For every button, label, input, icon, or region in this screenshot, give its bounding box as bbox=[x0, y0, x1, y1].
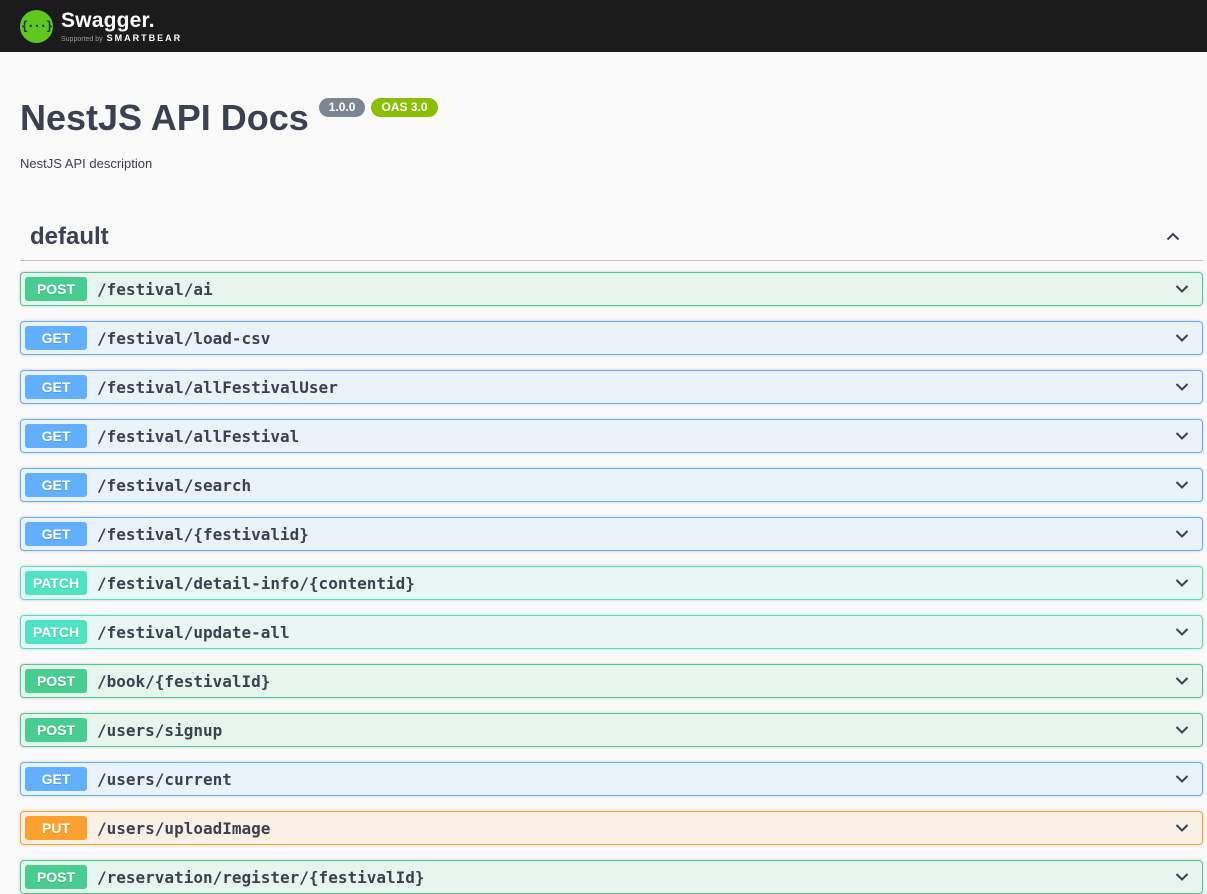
chevron-down-icon bbox=[1172, 573, 1192, 593]
swagger-ui-main: NestJS API Docs 1.0.0 OAS 3.0 NestJS API d… bbox=[0, 97, 1207, 894]
expand-endpoint-button[interactable] bbox=[1172, 867, 1192, 887]
expand-endpoint-button[interactable] bbox=[1172, 328, 1192, 348]
expand-endpoint-button[interactable] bbox=[1172, 475, 1192, 495]
chevron-down-icon bbox=[1172, 867, 1192, 887]
expand-endpoint-button[interactable] bbox=[1172, 720, 1192, 740]
endpoint-path: /users/current bbox=[97, 769, 232, 789]
api-title-text: NestJS API Docs bbox=[20, 97, 309, 138]
smartbear-tagline: Supported by SMARTBEAR bbox=[61, 32, 183, 43]
method-badge: POST bbox=[25, 277, 87, 301]
chevron-down-icon bbox=[1172, 769, 1192, 789]
expand-endpoint-button[interactable] bbox=[1172, 377, 1192, 397]
endpoint-row[interactable]: POST /book/{festivalId} bbox=[20, 664, 1203, 698]
endpoint-path: /users/uploadImage bbox=[97, 818, 271, 838]
chevron-down-icon bbox=[1172, 279, 1192, 299]
oas-badge: OAS 3.0 bbox=[371, 98, 438, 118]
chevron-down-icon bbox=[1172, 377, 1192, 397]
endpoint-row[interactable]: GET /festival/allFestivalUser bbox=[20, 370, 1203, 404]
endpoint-row[interactable]: POST /festival/ai bbox=[20, 272, 1203, 306]
method-badge: POST bbox=[25, 718, 87, 742]
endpoint-path: /festival/ai bbox=[97, 279, 213, 299]
api-description: NestJS API description bbox=[20, 156, 153, 171]
chevron-down-icon bbox=[1172, 426, 1192, 446]
endpoint-row[interactable]: PUT /users/uploadImage bbox=[20, 811, 1203, 845]
expand-endpoint-button[interactable] bbox=[1172, 279, 1192, 299]
method-badge: GET bbox=[25, 375, 87, 399]
endpoint-row[interactable]: GET /festival/{festivalid} bbox=[20, 517, 1203, 551]
tag-section-default: default POST /festival/ai GET /festival/… bbox=[20, 217, 1203, 894]
chevron-up-icon bbox=[1163, 227, 1183, 247]
endpoint-row[interactable]: POST /users/signup bbox=[20, 713, 1203, 747]
expand-endpoint-button[interactable] bbox=[1172, 524, 1192, 544]
method-badge: PATCH bbox=[25, 571, 87, 595]
topbar: {···} Swagger. Supported by SMARTBEAR bbox=[0, 0, 1207, 52]
expand-endpoint-button[interactable] bbox=[1172, 622, 1192, 642]
page-title: NestJS API Docs 1.0.0 OAS 3.0 bbox=[20, 97, 1203, 138]
swagger-logo-icon: {···} bbox=[20, 9, 53, 43]
endpoint-path: /festival/update-all bbox=[97, 622, 290, 642]
tag-title: default bbox=[30, 223, 109, 250]
endpoint-row[interactable]: GET /users/current bbox=[20, 762, 1203, 796]
swagger-logo-text: Swagger. Supported by SMARTBEAR bbox=[61, 10, 182, 43]
swagger-logo[interactable]: {···} Swagger. Supported by SMARTBEAR bbox=[20, 9, 182, 43]
endpoint-path: /festival/load-csv bbox=[97, 328, 271, 348]
endpoint-path: /users/signup bbox=[97, 720, 223, 740]
version-badge: 1.0.0 bbox=[318, 98, 366, 118]
collapse-section-button[interactable] bbox=[1153, 227, 1193, 247]
endpoint-path: /book/{festivalId} bbox=[97, 671, 271, 691]
method-badge: GET bbox=[25, 522, 87, 546]
supported-by-label: Supported by bbox=[61, 35, 103, 43]
method-badge: GET bbox=[25, 473, 87, 497]
endpoint-row[interactable]: GET /festival/allFestival bbox=[20, 419, 1203, 453]
endpoint-row[interactable]: PATCH /festival/detail-info/{contentid} bbox=[20, 566, 1203, 600]
chevron-down-icon bbox=[1172, 818, 1192, 838]
method-badge: PUT bbox=[25, 816, 87, 840]
chevron-down-icon bbox=[1172, 671, 1192, 691]
endpoint-row[interactable]: GET /festival/search bbox=[20, 468, 1203, 502]
expand-endpoint-button[interactable] bbox=[1172, 426, 1192, 446]
api-info: NestJS API Docs 1.0.0 OAS 3.0 NestJS API d… bbox=[20, 97, 1203, 171]
method-badge: POST bbox=[25, 865, 87, 889]
method-badge: GET bbox=[25, 767, 87, 791]
method-badge: GET bbox=[25, 424, 87, 448]
endpoint-path: /festival/detail-info/{contentid} bbox=[97, 573, 415, 593]
expand-endpoint-button[interactable] bbox=[1172, 818, 1192, 838]
smartbear-brand: SMARTBEAR bbox=[106, 32, 183, 43]
method-badge: GET bbox=[25, 326, 87, 350]
endpoint-path: /reservation/register/{festivalId} bbox=[97, 867, 425, 887]
expand-endpoint-button[interactable] bbox=[1172, 769, 1192, 789]
chevron-down-icon bbox=[1172, 720, 1192, 740]
endpoint-row[interactable]: GET /festival/load-csv bbox=[20, 321, 1203, 355]
endpoint-path: /festival/{festivalid} bbox=[97, 524, 309, 544]
endpoint-path: /festival/allFestivalUser bbox=[97, 377, 338, 397]
endpoint-row[interactable]: POST /reservation/register/{festivalId} bbox=[20, 860, 1203, 894]
endpoint-path: /festival/search bbox=[97, 475, 252, 495]
tag-header-default[interactable]: default bbox=[20, 217, 1203, 261]
endpoint-row[interactable]: PATCH /festival/update-all bbox=[20, 615, 1203, 649]
endpoint-list: POST /festival/ai GET /festival/load-csv… bbox=[20, 272, 1203, 894]
method-badge: POST bbox=[25, 669, 87, 693]
endpoint-path: /festival/allFestival bbox=[97, 426, 300, 446]
expand-endpoint-button[interactable] bbox=[1172, 671, 1192, 691]
chevron-down-icon bbox=[1172, 622, 1192, 642]
swagger-wordmark: Swagger. bbox=[61, 8, 155, 32]
chevron-down-icon bbox=[1172, 475, 1192, 495]
chevron-down-icon bbox=[1172, 328, 1192, 348]
chevron-down-icon bbox=[1172, 524, 1192, 544]
method-badge: PATCH bbox=[25, 620, 87, 644]
expand-endpoint-button[interactable] bbox=[1172, 573, 1192, 593]
